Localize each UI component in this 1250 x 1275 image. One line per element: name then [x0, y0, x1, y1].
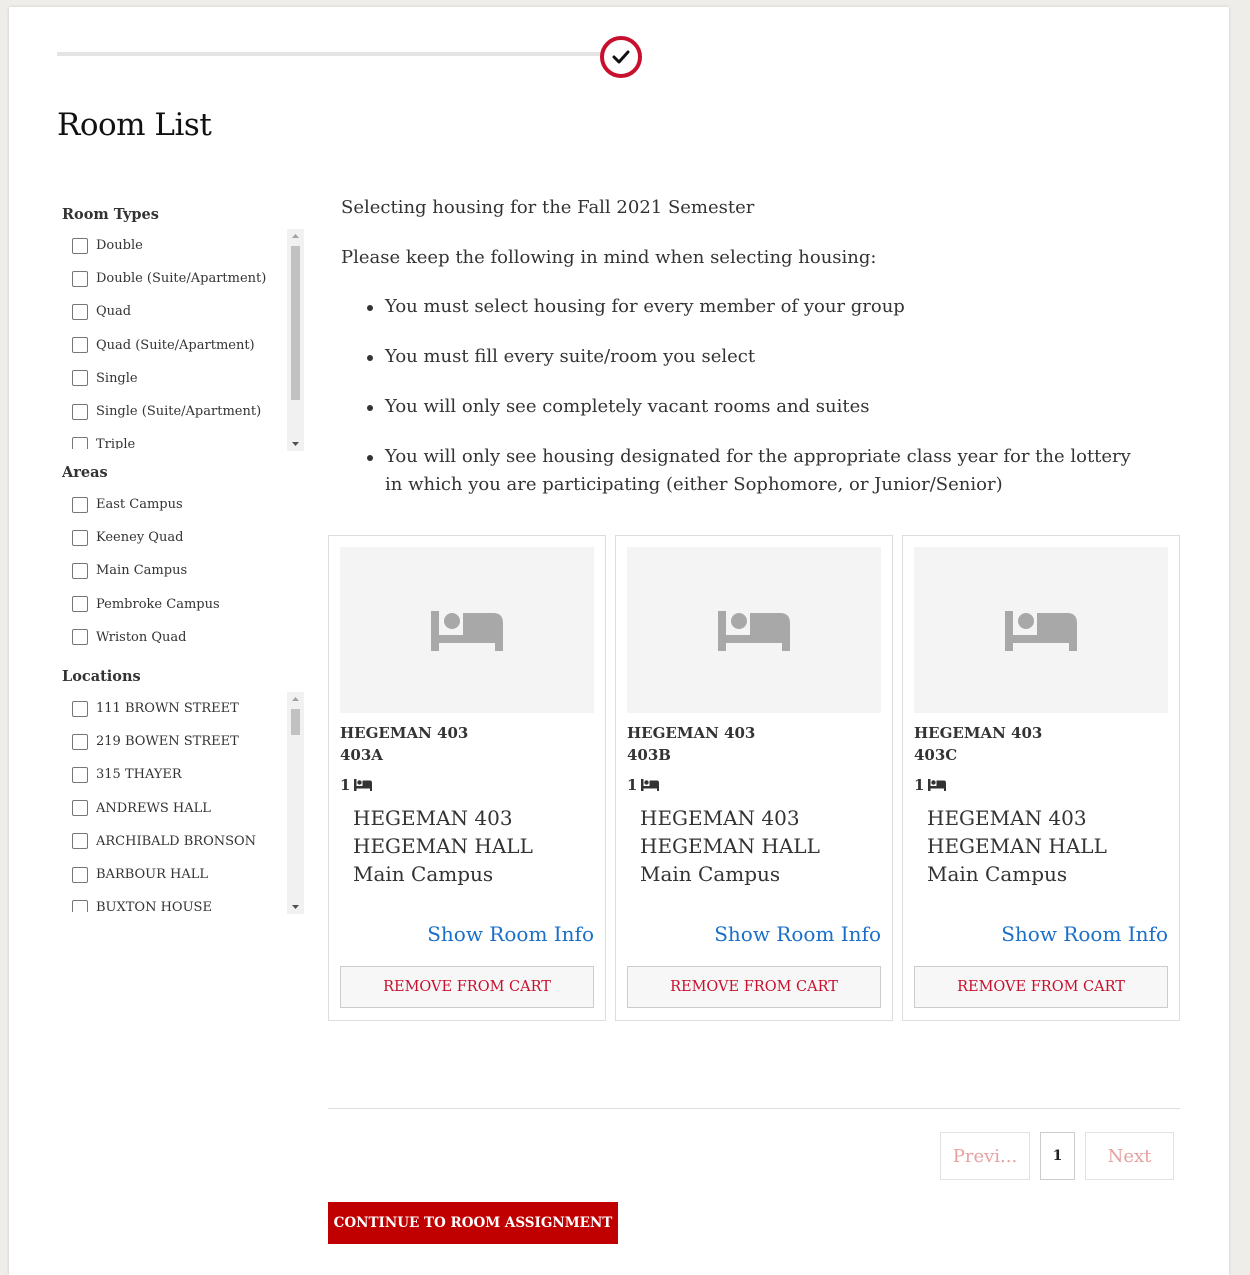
- checkbox[interactable]: [72, 303, 88, 320]
- show-room-info-link[interactable]: Show Room Info: [427, 922, 594, 946]
- areas-list: East Campus Keeney Quad Main Campus Pemb…: [62, 488, 304, 658]
- room-image-placeholder: [627, 547, 881, 713]
- remove-from-cart-button[interactable]: REMOVE FROM CART: [340, 966, 594, 1008]
- page-title: Room List: [57, 107, 212, 143]
- guideline-item: You must select housing for every member…: [365, 293, 1145, 321]
- filter-location-219-bowen-street[interactable]: 219 BOWEN STREET: [62, 725, 304, 758]
- checkbox[interactable]: [72, 899, 88, 912]
- filter-location-buxton-house[interactable]: BUXTON HOUSE: [62, 891, 304, 912]
- room-card: HEGEMAN 403 403C 1 HEGEMAN 403 HEGEMAN HAL…: [902, 535, 1180, 1021]
- checkbox[interactable]: [72, 436, 88, 449]
- bed-count: 1: [914, 776, 947, 794]
- checkbox[interactable]: [72, 700, 88, 717]
- checkbox[interactable]: [72, 337, 88, 354]
- filter-room-type-quad-suite[interactable]: Quad (Suite/Apartment): [62, 329, 304, 362]
- bed-icon: [1005, 611, 1077, 651]
- page-container: Room List Room Types Double Double (Suit…: [9, 7, 1229, 1275]
- filter-room-type-single-suite[interactable]: Single (Suite/Apartment): [62, 395, 304, 428]
- keep-in-mind-text: Please keep the following in mind when s…: [341, 247, 877, 268]
- filter-room-type-triple[interactable]: Triple: [62, 428, 304, 449]
- filter-area-pembroke-campus[interactable]: Pembroke Campus: [62, 588, 304, 621]
- room-types-heading: Room Types: [62, 206, 159, 223]
- bed-count: 1: [627, 776, 660, 794]
- progress-step-complete: [600, 36, 642, 78]
- room-address: HEGEMAN 403 HEGEMAN HALL Main Campus: [640, 806, 820, 886]
- filter-area-wriston-quad[interactable]: Wriston Quad: [62, 621, 304, 654]
- filter-room-type-quad[interactable]: Quad: [62, 295, 304, 328]
- filter-location-andrews-hall[interactable]: ANDREWS HALL: [62, 792, 304, 825]
- bed-icon: [641, 779, 660, 791]
- guideline-item: You will only see housing designated for…: [365, 443, 1145, 499]
- filter-room-type-double-suite[interactable]: Double (Suite/Apartment): [62, 262, 304, 295]
- room-image-placeholder: [914, 547, 1168, 713]
- checkbox[interactable]: [72, 800, 88, 817]
- areas-heading: Areas: [62, 464, 108, 481]
- semester-text: Selecting housing for the Fall 2021 Seme…: [341, 197, 755, 218]
- room-address: HEGEMAN 403 HEGEMAN HALL Main Campus: [353, 806, 533, 886]
- filter-location-archibald-bronson[interactable]: ARCHIBALD BRONSON: [62, 825, 304, 858]
- checkbox[interactable]: [72, 766, 88, 783]
- checkbox[interactable]: [72, 833, 88, 850]
- room-address: HEGEMAN 403 HEGEMAN HALL Main Campus: [927, 806, 1107, 886]
- scrollbar-thumb[interactable]: [291, 709, 300, 735]
- filter-room-type-double[interactable]: Double: [62, 229, 304, 262]
- guidelines-list: You must select housing for every member…: [365, 293, 1145, 521]
- checkbox[interactable]: [72, 370, 88, 387]
- room-name: HEGEMAN 403 403C: [914, 724, 1043, 764]
- room-image-placeholder: [340, 547, 594, 713]
- checkbox[interactable]: [72, 733, 88, 750]
- room-card: HEGEMAN 403 403A 1 HEGEMAN 403 HEGEMAN HAL…: [328, 535, 606, 1021]
- filter-area-main-campus[interactable]: Main Campus: [62, 554, 304, 587]
- filter-location-barbour-hall[interactable]: BARBOUR HALL: [62, 858, 304, 891]
- filter-room-type-single[interactable]: Single: [62, 362, 304, 395]
- progress-track: [57, 52, 602, 56]
- pagination-previous[interactable]: Previ...: [940, 1132, 1030, 1180]
- continue-to-room-assignment-button[interactable]: CONTINUE TO ROOM ASSIGNMENT: [328, 1202, 618, 1244]
- bed-icon: [431, 611, 503, 651]
- scroll-down-icon[interactable]: [287, 900, 304, 914]
- guideline-item: You must fill every suite/room you selec…: [365, 343, 1145, 371]
- filter-area-east-campus[interactable]: East Campus: [62, 488, 304, 521]
- locations-heading: Locations: [62, 668, 141, 685]
- checkbox[interactable]: [72, 529, 88, 546]
- room-name: HEGEMAN 403 403A: [340, 724, 469, 764]
- scroll-up-icon[interactable]: [287, 229, 304, 243]
- room-name: HEGEMAN 403 403B: [627, 724, 756, 764]
- checkbox[interactable]: [72, 496, 88, 513]
- pagination-next[interactable]: Next: [1085, 1132, 1174, 1180]
- room-card: HEGEMAN 403 403B 1 HEGEMAN 403 HEGEMAN HAL…: [615, 535, 893, 1021]
- checkbox[interactable]: [72, 596, 88, 613]
- room-types-scrollbar[interactable]: [287, 229, 304, 451]
- locations-scrollbar[interactable]: [287, 692, 304, 914]
- checkbox[interactable]: [72, 562, 88, 579]
- bed-icon: [718, 611, 790, 651]
- divider: [328, 1108, 1180, 1109]
- bed-count: 1: [340, 776, 373, 794]
- scroll-up-icon[interactable]: [287, 692, 304, 706]
- pagination-page[interactable]: 1: [1040, 1132, 1075, 1180]
- checkbox[interactable]: [72, 629, 88, 646]
- filter-location-315-thayer[interactable]: 315 THAYER: [62, 758, 304, 791]
- scrollbar-thumb[interactable]: [291, 246, 300, 400]
- room-types-list: Double Double (Suite/Apartment) Quad Qua…: [62, 229, 304, 449]
- checkbox[interactable]: [72, 403, 88, 420]
- checkbox[interactable]: [72, 866, 88, 883]
- checkbox[interactable]: [72, 270, 88, 287]
- scroll-down-icon[interactable]: [287, 437, 304, 451]
- remove-from-cart-button[interactable]: REMOVE FROM CART: [627, 966, 881, 1008]
- guideline-item: You will only see completely vacant room…: [365, 393, 1145, 421]
- check-icon: [612, 50, 630, 64]
- show-room-info-link[interactable]: Show Room Info: [714, 922, 881, 946]
- filter-location-111-brown-street[interactable]: 111 BROWN STREET: [62, 692, 304, 725]
- remove-from-cart-button[interactable]: REMOVE FROM CART: [914, 966, 1168, 1008]
- filter-area-keeney-quad[interactable]: Keeney Quad: [62, 521, 304, 554]
- bed-icon: [354, 779, 373, 791]
- locations-list: 111 BROWN STREET 219 BOWEN STREET 315 TH…: [62, 692, 304, 912]
- checkbox[interactable]: [72, 237, 88, 254]
- bed-icon: [928, 779, 947, 791]
- show-room-info-link[interactable]: Show Room Info: [1001, 922, 1168, 946]
